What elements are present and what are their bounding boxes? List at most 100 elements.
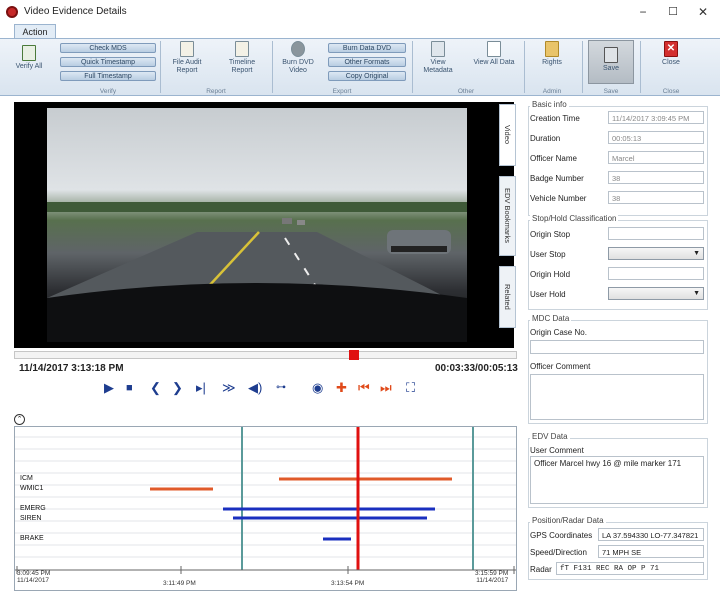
audio-channel-icon[interactable]: ⊶ xyxy=(276,378,286,398)
group-label-admin: Admin xyxy=(542,88,562,95)
rights-button[interactable]: Rights xyxy=(530,41,574,67)
tab-related[interactable]: Related xyxy=(499,266,516,328)
file-audit-report-button[interactable]: File Audit Report xyxy=(164,41,210,75)
group-label-export: Export xyxy=(332,88,352,95)
vehicle-number-field[interactable]: 38 xyxy=(608,191,704,204)
user-stop-select[interactable]: ▼ xyxy=(608,247,704,260)
badge-number-label: Badge Number xyxy=(530,174,584,183)
fullscreen-icon[interactable]: ⛶ xyxy=(406,378,415,398)
group-label-close: Close xyxy=(662,88,680,95)
step-back-icon[interactable]: ❮ xyxy=(150,378,161,398)
window-title: Video Evidence Details xyxy=(24,6,127,17)
app-logo-icon xyxy=(6,6,18,18)
close-window-button[interactable]: ✕ xyxy=(688,4,718,20)
basic-info-title: Basic info xyxy=(530,100,569,109)
seek-thumb[interactable] xyxy=(349,350,360,360)
check-mds-button[interactable]: Check MDS xyxy=(60,43,156,53)
maximize-button[interactable]: ☐ xyxy=(658,4,688,20)
origin-hold-field[interactable] xyxy=(608,267,704,280)
officer-name-field[interactable]: Marcel xyxy=(608,151,704,164)
seek-bar[interactable] xyxy=(14,351,517,359)
tab-edv-bookmarks[interactable]: EDV Bookmarks xyxy=(499,176,516,256)
volume-icon[interactable]: ◀) xyxy=(248,378,262,398)
verify-icon xyxy=(22,45,36,61)
timeline-panel[interactable]: ICM WMIC1 EMERG SIREN BRAKE 3:09:45 PM 1… xyxy=(14,426,517,591)
burn-dvd-video-button[interactable]: Burn DVD Video xyxy=(276,41,320,75)
step-forward-icon[interactable]: ❯ xyxy=(172,378,183,398)
group-label-save: Save xyxy=(603,88,619,95)
copy-original-button[interactable]: Copy Original xyxy=(328,71,406,81)
tree-line xyxy=(47,202,467,212)
frame-advance-icon[interactable]: ▸| xyxy=(196,378,206,398)
rights-icon xyxy=(545,41,559,57)
radar-label: Radar xyxy=(530,565,552,574)
timeline-label-siren: SIREN xyxy=(20,515,42,522)
user-comment-field[interactable]: Officer Marcel hwy 16 @ mile marker 171 xyxy=(530,456,704,504)
group-divider xyxy=(412,41,413,93)
group-divider xyxy=(272,41,273,93)
minimize-button[interactable]: − xyxy=(628,4,658,20)
timeline-label-wmic1: WMIC1 xyxy=(20,485,44,492)
timeline-label-icm: ICM xyxy=(20,475,33,482)
origin-case-label: Origin Case No. xyxy=(530,328,587,337)
timeline-report-icon xyxy=(235,41,249,57)
quick-timestamp-button[interactable]: Quick Timestamp xyxy=(60,57,156,67)
gps-field[interactable]: LA 37.594330 LO-77.347821 xyxy=(598,528,704,541)
position-radar-title: Position/Radar Data xyxy=(530,516,606,525)
position-duration: 00:03:33/00:05:13 xyxy=(435,363,518,374)
origin-case-field[interactable] xyxy=(530,340,704,354)
ribbon: Verify All Check MDS Quick Timestamp Ful… xyxy=(0,38,720,96)
add-bookmark-icon[interactable]: ✚ xyxy=(336,378,347,398)
officer-comment-field[interactable] xyxy=(530,374,704,420)
player-controls: ▶ ■ ❮ ❯ ▸| ≫ ◀) ⊶ ◉ ✚ ⏮ ⏭ ⛶ xyxy=(100,378,430,400)
officer-comment-label: Officer Comment xyxy=(530,362,591,371)
full-timestamp-button[interactable]: Full Timestamp xyxy=(60,71,156,81)
snapshot-camera-icon[interactable]: ◉ xyxy=(312,378,323,398)
group-label-other: Other xyxy=(457,88,475,95)
verify-all-button[interactable]: Verify All xyxy=(4,45,54,71)
duration-field[interactable]: 00:05:13 xyxy=(608,131,704,144)
timeline-tick: 3:11:49 PM xyxy=(163,580,196,587)
dvd-video-icon xyxy=(291,41,305,57)
metadata-icon xyxy=(431,41,445,57)
group-divider xyxy=(524,41,525,93)
group-divider xyxy=(582,41,583,93)
save-disk-icon xyxy=(604,47,618,63)
stop-icon[interactable]: ■ xyxy=(126,378,133,398)
tab-action[interactable]: Action xyxy=(14,24,56,39)
radar-field[interactable]: fT F131 REC RA OP P 71 xyxy=(556,562,704,575)
play-icon[interactable]: ▶ xyxy=(104,378,114,398)
close-button[interactable]: ✕ Close xyxy=(648,41,694,67)
tab-video[interactable]: Video xyxy=(499,104,516,166)
view-all-data-button[interactable]: View All Data xyxy=(472,41,516,67)
creation-time-label: Creation Time xyxy=(530,114,580,123)
user-hold-select[interactable]: ▼ xyxy=(608,287,704,300)
vehicle-number-label: Vehicle Number xyxy=(530,194,587,203)
creation-time-field[interactable]: 11/14/2017 3:09:45 PM xyxy=(608,111,704,124)
next-bookmark-icon[interactable]: ⏭ xyxy=(380,378,392,398)
burn-data-dvd-button[interactable]: Burn Data DVD xyxy=(328,43,406,53)
car-distant xyxy=(297,220,305,225)
timeline-tick: 3:13:54 PM xyxy=(331,580,365,587)
user-stop-label: User Stop xyxy=(530,250,566,259)
mdc-title: MDC Data xyxy=(530,314,572,323)
stop-hold-title: Stop/Hold Classification xyxy=(530,214,619,223)
badge-number-field[interactable]: 38 xyxy=(608,171,704,184)
duration-label: Duration xyxy=(530,134,561,143)
collapse-timeline-icon[interactable]: ⌃ xyxy=(14,414,25,425)
timeline-report-button[interactable]: Timeline Report xyxy=(218,41,266,75)
prev-bookmark-icon[interactable]: ⏮ xyxy=(358,378,370,398)
timeline-label-brake: BRAKE xyxy=(20,535,44,542)
dashboard xyxy=(47,283,467,342)
view-metadata-button[interactable]: View Metadata xyxy=(416,41,460,75)
other-formats-button[interactable]: Other Formats xyxy=(328,57,406,67)
speed-label: Speed/Direction xyxy=(530,548,587,557)
origin-hold-label: Origin Hold xyxy=(530,270,571,279)
speed-field[interactable]: 71 MPH SE xyxy=(598,545,704,558)
document-icon xyxy=(487,41,501,57)
save-button[interactable]: Save xyxy=(588,40,634,84)
group-divider xyxy=(160,41,161,93)
origin-stop-field[interactable] xyxy=(608,227,704,240)
fast-forward-icon[interactable]: ≫ xyxy=(222,378,236,398)
group-divider xyxy=(640,41,641,93)
